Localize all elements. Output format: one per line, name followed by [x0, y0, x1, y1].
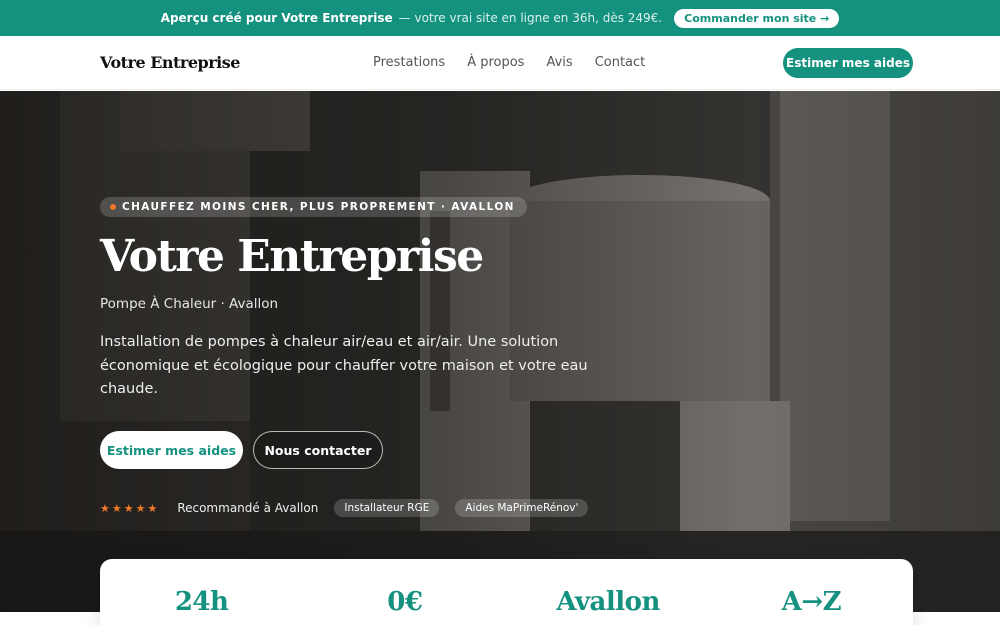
orange-dot-icon — [110, 204, 116, 210]
main-nav: Prestations À propos Avis Contact — [373, 55, 645, 70]
nav-item-about[interactable]: À propos — [467, 55, 524, 70]
logo[interactable]: Votre Entreprise — [100, 53, 240, 72]
hero-title: Votre Entreprise — [100, 231, 484, 282]
promo-banner: Aperçu créé pour Votre Entreprise — votr… — [0, 0, 1000, 36]
header-estimate-button[interactable]: Estimer mes aides — [783, 48, 913, 78]
nav-item-reviews[interactable]: Avis — [546, 55, 572, 70]
nav-item-prestations[interactable]: Prestations — [373, 55, 445, 70]
estimate-aid-button[interactable]: Estimer mes aides — [100, 431, 243, 469]
hero-eyebrow-text: CHAUFFEZ MOINS CHER, PLUS PROPREMENT · A… — [122, 201, 515, 213]
star-rating-icon: ★★★★★ — [100, 501, 160, 515]
trust-row: ★★★★★ Recommandé à Avallon Installateur … — [100, 499, 589, 517]
maprimerenov-badge: Aides MaPrimeRénov' — [455, 499, 589, 517]
stats-card: 24h 0€ Avallon A→Z — [100, 559, 913, 625]
promo-text: — votre vrai site en ligne en 36h, dès 2… — [398, 11, 663, 25]
stat-cost: 0€ — [387, 587, 423, 617]
hero-eyebrow: CHAUFFEZ MOINS CHER, PLUS PROPREMENT · A… — [100, 197, 527, 217]
hero-description: Installation de pompes à chaleur air/eau… — [100, 334, 588, 397]
recommendation-text: Recommandé à Avallon — [177, 501, 319, 515]
site-header: Votre Entreprise Prestations À propos Av… — [0, 36, 1000, 90]
hero-section: CHAUFFEZ MOINS CHER, PLUS PROPREMENT · A… — [0, 91, 1000, 612]
contact-us-button[interactable]: Nous contacter — [253, 431, 383, 469]
promo-strong-text: Aperçu créé pour Votre Entreprise — [160, 11, 393, 25]
stat-location: Avallon — [556, 587, 660, 617]
hero-subtitle: Pompe À Chaleur · Avallon — [100, 296, 279, 312]
order-site-button[interactable]: Commander mon site → — [674, 8, 840, 28]
rge-badge: Installateur RGE — [334, 499, 440, 517]
stat-coverage: A→Z — [781, 587, 842, 617]
stat-response-time: 24h — [174, 587, 229, 617]
nav-item-contact[interactable]: Contact — [595, 55, 646, 70]
